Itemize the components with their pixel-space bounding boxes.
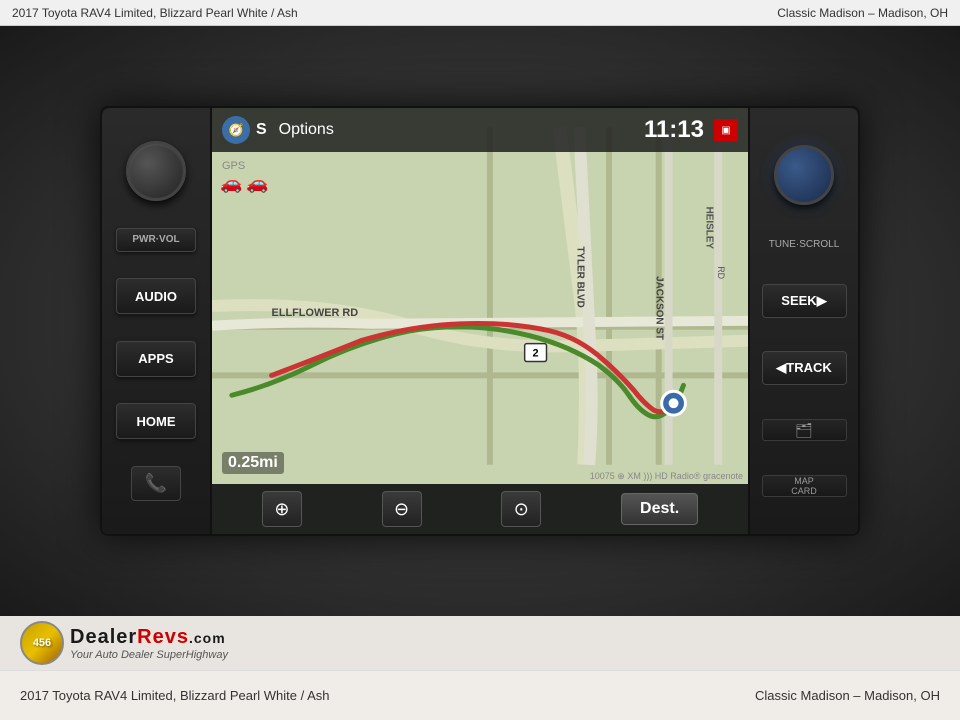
svg-text:TYLER BLVD: TYLER BLVD — [574, 246, 585, 307]
phone-button[interactable]: 📞 — [131, 466, 181, 501]
svg-text:HEISLEY: HEISLEY — [703, 207, 714, 250]
screen-bottombar: ⊕ ⊖ ⊙ Dest. — [212, 484, 748, 534]
compass-button[interactable]: ⊙ — [501, 491, 541, 527]
infotainment-screen[interactable]: 2 ELLFLOWER RD TYLER BLVD JACKSON ST HEI… — [212, 108, 748, 534]
screen-topbar: 🧭 S Options 11:13 ▣ — [212, 108, 748, 152]
map-card-text: MAP CARD — [791, 476, 817, 496]
tune-scroll-knob[interactable] — [774, 145, 834, 205]
top-bar: 2017 Toyota RAV4 Limited, Blizzard Pearl… — [0, 0, 960, 26]
zoom-in-button[interactable]: ⊕ — [262, 491, 302, 527]
footer-dealer-info: Classic Madison – Madison, OH — [755, 688, 940, 703]
logo-text-area: DealerRevs.com Your Auto Dealer SuperHig… — [70, 626, 228, 661]
map-background: 2 ELLFLOWER RD TYLER BLVD JACKSON ST HEI… — [212, 108, 748, 484]
car-icon-1: 🚗 — [220, 173, 242, 194]
track-button[interactable]: ◀TRACK — [762, 351, 847, 385]
footer-bottom: 2017 Toyota RAV4 Limited, Blizzard Pearl… — [0, 670, 960, 720]
home-button[interactable]: HOME — [116, 403, 196, 439]
main-content: PWR·VOL AUDIO APPS HOME 📞 — [0, 26, 960, 616]
logo-main-text: DealerRevs.com — [70, 626, 228, 649]
distance-label: 0.25mi — [222, 452, 284, 474]
svg-text:RD: RD — [716, 266, 726, 279]
zoom-out-icon: ⊖ — [394, 499, 409, 520]
left-controls: PWR·VOL AUDIO APPS HOME 📞 — [102, 108, 212, 534]
infotainment-panel: PWR·VOL AUDIO APPS HOME 📞 — [100, 106, 860, 536]
footer: 456 DealerRevs.com Your Auto Dealer Supe… — [0, 616, 960, 720]
compass-icon: ⊙ — [514, 499, 529, 520]
map-svg: 2 ELLFLOWER RD TYLER BLVD JACKSON ST HEI… — [212, 108, 748, 484]
footer-color: Blizzard Pearl White / Ash — [180, 688, 330, 703]
car-title-top: 2017 Toyota RAV4 Limited, — [12, 6, 156, 20]
right-controls: TUNE·SCROLL SEEK▶ ◀TRACK 🗂 MAP CARD — [748, 108, 858, 534]
apps-button[interactable]: APPS — [116, 341, 196, 377]
footer-top: 456 DealerRevs.com Your Auto Dealer Supe… — [0, 616, 960, 670]
logo-com: .com — [189, 630, 226, 646]
signal-icon: ▣ — [714, 119, 738, 141]
seek-button[interactable]: SEEK▶ — [762, 284, 847, 318]
car-icon-2: 🚗 — [246, 173, 268, 194]
nav-icon-letter: 🧭 — [229, 123, 244, 137]
tune-scroll-label: TUNE·SCROLL — [762, 239, 847, 250]
footer-car-title: 2017 Toyota RAV4 Limited, — [20, 688, 176, 703]
zoom-out-button[interactable]: ⊖ — [382, 491, 422, 527]
nav-icon: 🧭 — [222, 116, 250, 144]
dealer-info-top: Classic Madison – Madison, OH — [480, 6, 948, 20]
svg-text:ELLFLOWER RD: ELLFLOWER RD — [272, 307, 359, 319]
pwr-vol-label: PWR·VOL — [116, 228, 196, 252]
logo-numbers: 456 — [33, 637, 51, 649]
dest-button[interactable]: Dest. — [621, 493, 698, 525]
screen-bottom-info: 10075 ⊕ XM ))) HD Radio® gracenote — [590, 471, 743, 482]
car-icons-area: 🚗 🚗 — [220, 173, 269, 194]
svg-text:2: 2 — [533, 348, 539, 360]
screen-info-text: 10075 ⊕ XM ))) HD Radio® gracenote — [590, 471, 743, 482]
pwr-vol-knob[interactable] — [126, 141, 186, 201]
audio-button[interactable]: AUDIO — [116, 278, 196, 314]
logo-circle: 456 — [20, 621, 64, 665]
footer-car-info: 2017 Toyota RAV4 Limited, Blizzard Pearl… — [20, 688, 755, 703]
signal-indicator: ▣ — [721, 125, 730, 136]
map-card-button[interactable]: 🗂 — [762, 419, 847, 441]
phone-icon: 📞 — [145, 473, 167, 494]
logo-dealer: Dealer — [70, 626, 137, 648]
map-card-icon: 🗂 — [795, 422, 813, 439]
top-bar-title: 2017 Toyota RAV4 Limited, Blizzard Pearl… — [12, 6, 480, 20]
zoom-in-icon: ⊕ — [274, 499, 289, 520]
svg-text:JACKSON ST: JACKSON ST — [654, 276, 665, 340]
screen-time: 11:13 — [644, 116, 704, 144]
dealerrevs-logo[interactable]: 456 DealerRevs.com Your Auto Dealer Supe… — [20, 621, 228, 665]
screen-options-label[interactable]: Options — [279, 121, 644, 139]
car-color-top: Blizzard Pearl White / Ash — [160, 6, 298, 20]
logo-revs: Revs — [137, 626, 189, 648]
gps-label: GPS — [222, 160, 245, 172]
logo-tagline: Your Auto Dealer SuperHighway — [70, 649, 228, 661]
screen-s-label: S — [256, 121, 267, 139]
map-card-label: MAP CARD — [762, 475, 847, 497]
